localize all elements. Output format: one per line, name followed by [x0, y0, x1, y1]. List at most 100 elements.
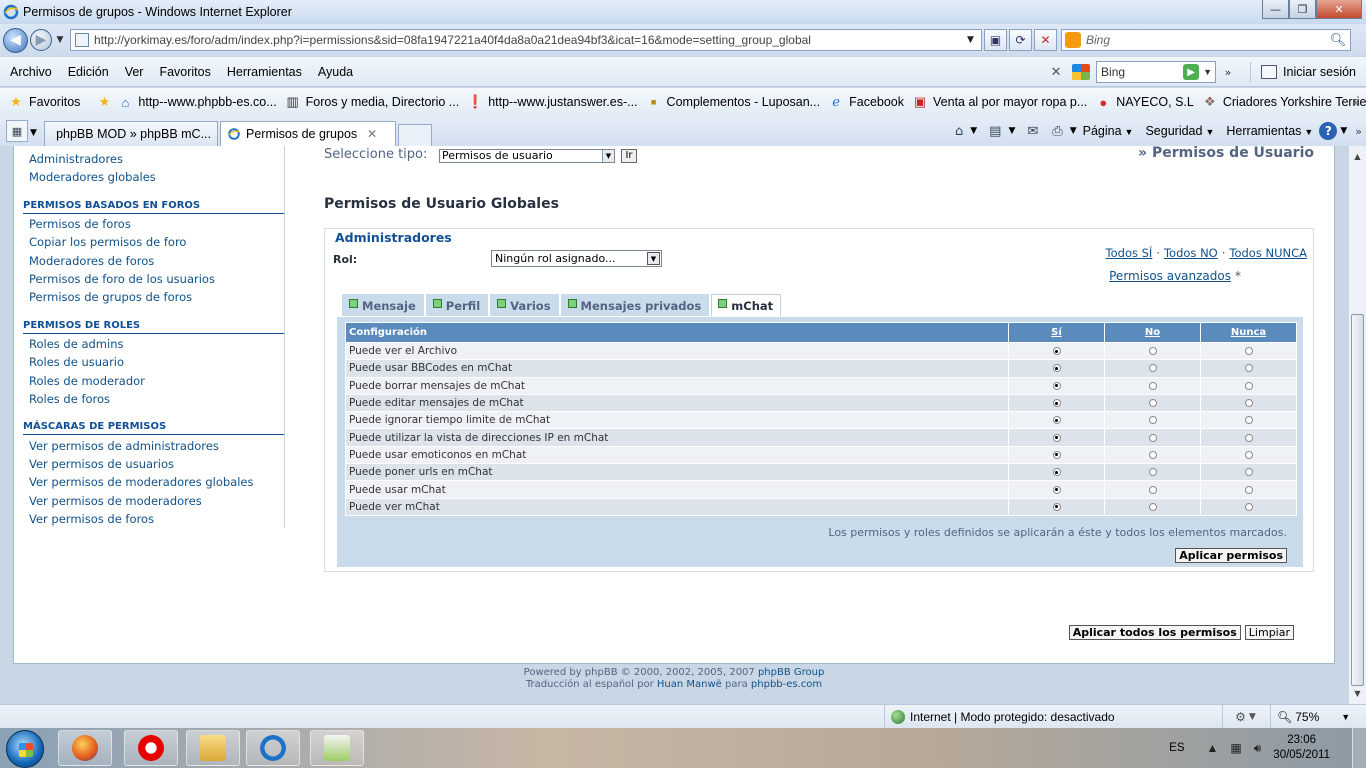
address-url[interactable]: http://yorkimay.es/foro/adm/index.php?i=… [94, 33, 967, 47]
scrollbar-thumb[interactable] [1351, 314, 1364, 686]
radio-never[interactable] [1244, 416, 1253, 425]
forward-button[interactable]: ▶ [30, 29, 52, 51]
close-toolbar-icon[interactable]: ✕ [1046, 65, 1066, 80]
search-placeholder[interactable]: Bing [1086, 33, 1326, 47]
favorite-item[interactable]: ● NAYECO, S.L [1095, 94, 1194, 110]
go-button[interactable]: Ir [621, 149, 637, 163]
page-menu[interactable]: Página ▼ [1083, 124, 1134, 138]
select-type-dropdown[interactable]: Permisos de usuario ▼ [439, 149, 615, 163]
sidebar-link-permisos-foro-usuarios[interactable]: Permisos de foro de los usuarios [29, 272, 215, 286]
sidebar-link-administradores[interactable]: Administradores [29, 152, 123, 166]
radio-never[interactable] [1244, 433, 1253, 442]
radio-never[interactable] [1244, 381, 1253, 390]
back-button[interactable]: ◀ [3, 27, 28, 53]
close-button[interactable]: ✕ [1316, 0, 1362, 19]
all-yes-link[interactable]: Todos SÍ [1106, 246, 1153, 260]
show-desktop-button[interactable] [1352, 728, 1366, 768]
radio-yes[interactable] [1052, 381, 1061, 390]
refresh-button[interactable]: ⟳ [1009, 29, 1032, 51]
tab-close-icon[interactable]: ✕ [367, 127, 377, 141]
header-no[interactable]: No [1104, 322, 1201, 343]
help-icon[interactable]: ? [1319, 122, 1338, 140]
menu-herramientas[interactable]: Herramientas [227, 65, 302, 79]
tab-mchat[interactable]: mChat [711, 294, 782, 316]
print-dropdown[interactable]: ▼ [1070, 126, 1077, 136]
radio-no[interactable] [1148, 433, 1157, 442]
sidebar-link-ver-permisos-mod-globales[interactable]: Ver permisos de moderadores globales [29, 475, 254, 489]
toolbar-overflow-icon[interactable]: » [1216, 66, 1240, 79]
tab-list-dropdown[interactable]: ▼ [30, 128, 42, 138]
radio-no[interactable] [1148, 450, 1157, 459]
sidebar-link-ver-permisos-admins[interactable]: Ver permisos de administradores [29, 439, 219, 453]
tab-phpbb-mod[interactable]: phpBB MOD » phpBB mC... [44, 121, 218, 146]
sidebar-link-copiar-permisos[interactable]: Copiar los permisos de foro [29, 235, 186, 249]
radio-yes[interactable] [1052, 485, 1061, 494]
radio-no[interactable] [1148, 364, 1157, 373]
mail-icon[interactable]: ✉ [1027, 124, 1038, 139]
radio-yes[interactable] [1052, 399, 1061, 408]
sidebar-link-ver-permisos-moderadores[interactable]: Ver permisos de moderadores [29, 494, 202, 508]
language-indicator[interactable]: ES [1169, 742, 1184, 754]
help-dropdown[interactable]: ▼ [1340, 126, 1347, 136]
taskbar-ie[interactable] [246, 730, 300, 766]
radio-never[interactable] [1244, 399, 1253, 408]
taskbar-app[interactable] [310, 730, 364, 766]
menu-ver[interactable]: Ver [125, 65, 144, 79]
favorite-item[interactable]: ▣ Venta al por mayor ropa p... [912, 94, 1087, 110]
favorites-overflow-icon[interactable]: » [1353, 96, 1360, 109]
tools-menu[interactable]: Herramientas ▼ [1226, 124, 1313, 138]
radio-yes[interactable] [1052, 450, 1061, 459]
sidebar-link-moderadores-de-foros[interactable]: Moderadores de foros [29, 254, 154, 268]
role-select[interactable]: Ningún rol asignado... ▼ [491, 250, 662, 267]
minimize-button[interactable]: — [1262, 0, 1289, 19]
all-never-link[interactable]: Todos NUNCA [1229, 246, 1307, 260]
zoom-control[interactable]: 🔍︎ 75% ▼ [1270, 705, 1350, 729]
radio-never[interactable] [1244, 347, 1253, 356]
radio-no[interactable] [1148, 416, 1157, 425]
radio-yes[interactable] [1052, 347, 1061, 356]
radio-never[interactable] [1244, 468, 1253, 477]
command-overflow-icon[interactable]: » [1355, 125, 1362, 138]
bing-toolbar-search[interactable]: Bing ▶ ▼ [1096, 61, 1217, 83]
taskbar-firefox[interactable] [58, 730, 112, 766]
apply-all-permissions-button[interactable]: Aplicar todos los permisos [1068, 625, 1241, 640]
scroll-up-icon[interactable]: ▲ [1349, 148, 1366, 165]
history-dropdown[interactable]: ▼ [54, 35, 66, 45]
header-si[interactable]: Sí [1008, 322, 1105, 343]
tray-expand-icon[interactable]: ▲ [1207, 741, 1219, 755]
sidebar-link-ver-permisos-usuarios[interactable]: Ver permisos de usuarios [29, 457, 174, 471]
vertical-scrollbar[interactable]: ▲ ▼ [1348, 146, 1366, 704]
radio-no[interactable] [1148, 381, 1157, 390]
add-favorite-button[interactable]: ★ [96, 94, 117, 110]
taskbar-explorer[interactable] [186, 730, 240, 766]
compat-view-button[interactable]: ▣ [984, 29, 1007, 51]
protected-mode-indicator[interactable]: ⚙ ▼ [1222, 705, 1268, 729]
bing-dropdown-icon[interactable]: ▼ [1203, 67, 1212, 77]
radio-no[interactable] [1148, 502, 1157, 511]
menu-favoritos[interactable]: Favoritos [159, 65, 210, 79]
new-tab-button[interactable] [398, 124, 432, 146]
tab-permisos-de-grupos[interactable]: Permisos de grupos ✕ [220, 121, 396, 146]
radio-never[interactable] [1244, 364, 1253, 373]
tab-perfil[interactable]: Perfil [425, 294, 489, 316]
translator-link[interactable]: Huan Manwë [657, 679, 722, 690]
radio-yes[interactable] [1052, 364, 1061, 373]
quick-tabs-button[interactable]: ▦ [6, 120, 28, 142]
tab-varios[interactable]: Varios [490, 294, 559, 316]
favorite-item[interactable]: ⌂ http--www.phpbb-es.co... [117, 94, 276, 110]
radio-yes[interactable] [1052, 468, 1061, 477]
sidebar-link-ver-permisos-foros[interactable]: Ver permisos de foros [29, 512, 154, 526]
taskbar-vodafone[interactable] [124, 730, 178, 766]
radio-yes[interactable] [1052, 433, 1061, 442]
radio-never[interactable] [1244, 485, 1253, 494]
favorite-item[interactable]: ❗ http--www.justanswer.es-... [467, 94, 637, 110]
favorite-item[interactable]: ❖ Criadores Yorkshire Terrie... [1202, 94, 1366, 110]
bing-go-icon[interactable]: ▶ [1183, 64, 1200, 80]
signin-link[interactable]: Iniciar sesión [1283, 65, 1356, 79]
radio-no[interactable] [1148, 485, 1157, 494]
favorite-item[interactable]: ▥ Foros y media, Directorio ... [285, 94, 460, 110]
home-dropdown[interactable]: ▼ [970, 126, 977, 136]
clock[interactable]: 23:06 30/05/2011 [1273, 733, 1330, 763]
network-icon[interactable]: ▦ [1230, 741, 1241, 755]
sidebar-link-roles-moderador[interactable]: Roles de moderador [29, 374, 145, 388]
